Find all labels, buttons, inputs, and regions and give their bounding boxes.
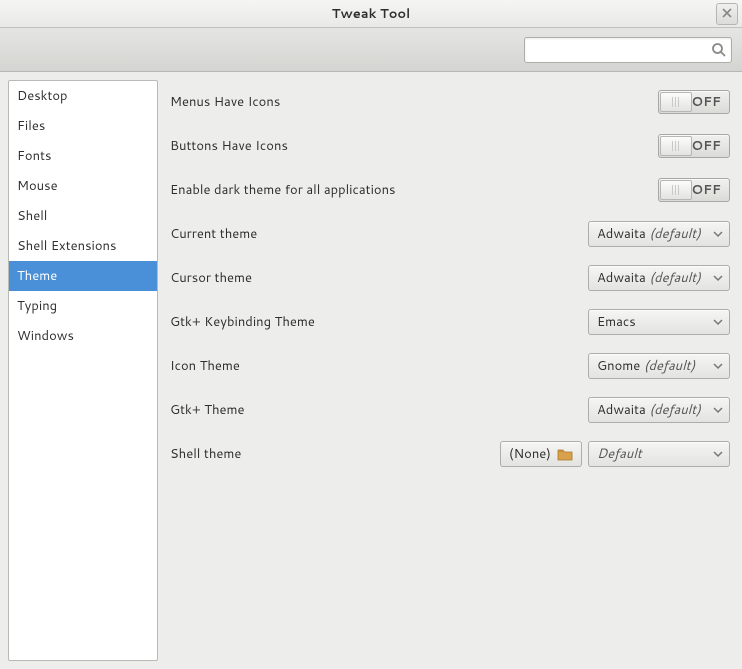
row-shell-theme: Shell theme (None) Default: [170, 440, 730, 468]
combo-value: Adwaita (default): [597, 269, 701, 287]
label-cursor-theme: Cursor theme: [170, 269, 252, 287]
sidebar-item-label: Desktop: [17, 87, 68, 105]
row-keybinding-theme: Gtk+ Keybinding Theme Emacs: [170, 308, 730, 336]
label-current-theme: Current theme: [170, 225, 257, 243]
chevron-down-icon: [713, 405, 723, 415]
combo-current-theme[interactable]: Adwaita (default): [588, 221, 730, 247]
switch-dark-theme[interactable]: OFF: [658, 178, 730, 202]
combo-value: Default: [597, 445, 642, 463]
sidebar-item-desktop[interactable]: Desktop: [9, 81, 157, 111]
label-shell-theme: Shell theme: [170, 445, 241, 463]
row-current-theme: Current theme Adwaita (default): [170, 220, 730, 248]
chevron-down-icon: [713, 229, 723, 239]
sidebar-item-files[interactable]: Files: [9, 111, 157, 141]
combo-shell-theme[interactable]: Default: [588, 441, 730, 467]
chevron-down-icon: [713, 361, 723, 371]
chevron-down-icon: [713, 317, 723, 327]
combo-icon-theme[interactable]: Gnome (default): [588, 353, 730, 379]
combo-value: Adwaita (default): [597, 225, 701, 243]
sidebar-item-typing[interactable]: Typing: [9, 291, 157, 321]
label-icon-theme: Icon Theme: [170, 357, 240, 375]
file-chooser-shell-theme[interactable]: (None): [500, 441, 582, 467]
folder-icon: [557, 447, 573, 461]
sidebar-item-label: Shell Extensions: [17, 237, 116, 255]
sidebar-item-windows[interactable]: Windows: [9, 321, 157, 351]
switch-state: OFF: [691, 93, 729, 111]
sidebar-item-theme[interactable]: Theme: [9, 261, 157, 291]
combo-value: Adwaita (default): [597, 401, 701, 419]
main-pane: Menus Have Icons OFF Buttons Have Icons …: [166, 80, 734, 661]
switch-state: OFF: [691, 181, 729, 199]
sidebar-item-label: Mouse: [17, 177, 58, 195]
titlebar: Tweak Tool: [0, 0, 742, 28]
switch-buttons-have-icons[interactable]: OFF: [658, 134, 730, 158]
search-field-wrapper: [524, 37, 732, 63]
sidebar-item-label: Fonts: [17, 147, 51, 165]
label-gtk-theme: Gtk+ Theme: [170, 401, 245, 419]
chevron-down-icon: [713, 273, 723, 283]
sidebar-item-shell-extensions[interactable]: Shell Extensions: [9, 231, 157, 261]
sidebar-item-shell[interactable]: Shell: [9, 201, 157, 231]
sidebar-item-label: Shell: [17, 207, 47, 225]
sidebar-item-mouse[interactable]: Mouse: [9, 171, 157, 201]
sidebar-item-fonts[interactable]: Fonts: [9, 141, 157, 171]
combo-gtk-theme[interactable]: Adwaita (default): [588, 397, 730, 423]
sidebar: Desktop Files Fonts Mouse Shell Shell Extensi…: [8, 80, 158, 661]
row-buttons-have-icons: Buttons Have Icons OFF: [170, 132, 730, 160]
content: Desktop Files Fonts Mouse Shell Shell Extensi…: [0, 72, 742, 669]
label-dark-theme: Enable dark theme for all applications: [170, 181, 396, 199]
combo-cursor-theme[interactable]: Adwaita (default): [588, 265, 730, 291]
combo-value: Gnome (default): [597, 357, 695, 375]
combo-value: Emacs: [597, 313, 636, 331]
toolbar: [0, 28, 742, 72]
chevron-down-icon: [713, 449, 723, 459]
label-buttons-have-icons: Buttons Have Icons: [170, 137, 288, 155]
switch-menus-have-icons[interactable]: OFF: [658, 90, 730, 114]
combo-keybinding-theme[interactable]: Emacs: [588, 309, 730, 335]
row-icon-theme: Icon Theme Gnome (default): [170, 352, 730, 380]
file-chooser-value: (None): [509, 445, 551, 463]
close-button[interactable]: [716, 3, 738, 25]
sidebar-item-label: Windows: [17, 327, 74, 345]
search-input[interactable]: [524, 37, 732, 63]
switch-state: OFF: [691, 137, 729, 155]
row-cursor-theme: Cursor theme Adwaita (default): [170, 264, 730, 292]
row-menus-have-icons: Menus Have Icons OFF: [170, 88, 730, 116]
row-dark-theme: Enable dark theme for all applications O…: [170, 176, 730, 204]
sidebar-item-label: Files: [17, 117, 45, 135]
label-menus-have-icons: Menus Have Icons: [170, 93, 280, 111]
sidebar-item-label: Theme: [17, 267, 57, 285]
label-keybinding-theme: Gtk+ Keybinding Theme: [170, 313, 315, 331]
window-title: Tweak Tool: [332, 5, 411, 23]
search-icon: [711, 42, 727, 58]
sidebar-item-label: Typing: [17, 297, 57, 315]
row-gtk-theme: Gtk+ Theme Adwaita (default): [170, 396, 730, 424]
close-icon: [722, 5, 732, 23]
